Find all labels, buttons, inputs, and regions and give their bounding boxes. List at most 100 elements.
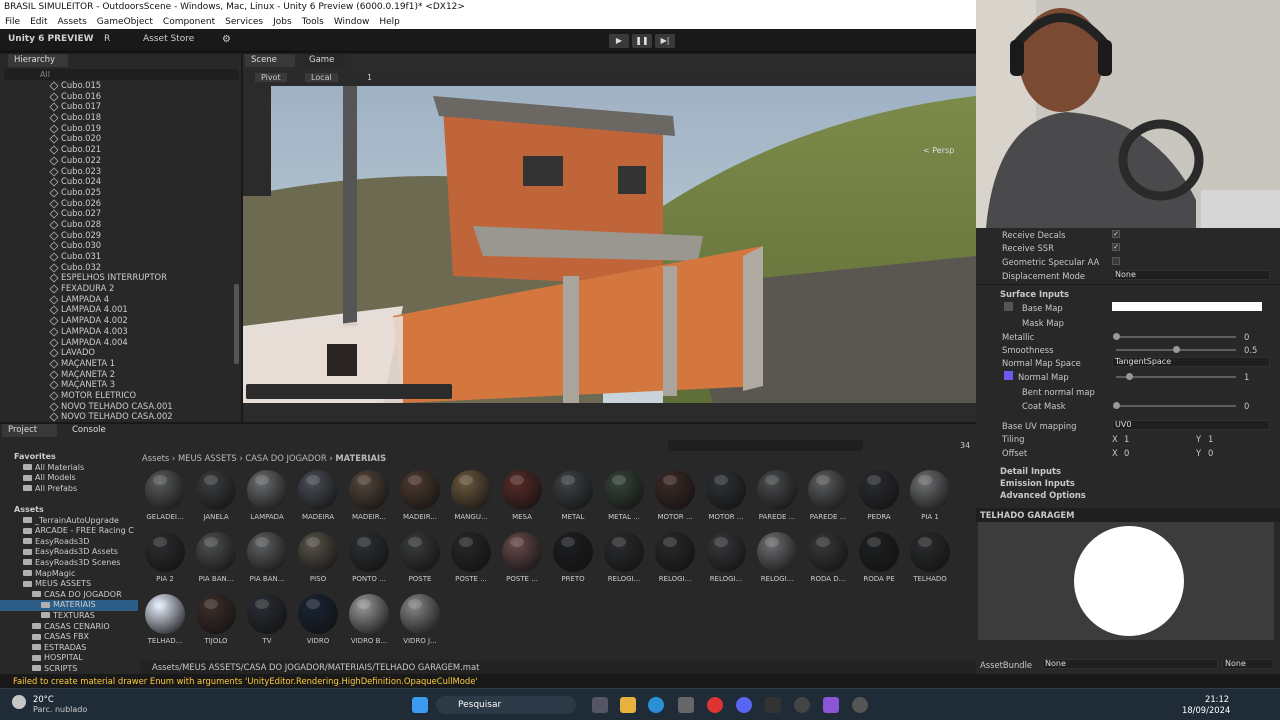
hierarchy-item[interactable]: Cubo.031	[0, 251, 241, 262]
scene-viewport[interactable]: < Persp	[243, 86, 976, 403]
hierarchy-item[interactable]: LAMPADA 4.001	[0, 304, 241, 315]
hierarchy-item[interactable]: Cubo.023	[0, 166, 241, 177]
material-asset[interactable]: GELADEI...	[140, 467, 190, 527]
pivot-dropdown[interactable]: Pivot	[255, 73, 287, 82]
normal-map-value[interactable]: 1	[1244, 372, 1249, 382]
emission-inputs-foldout[interactable]: Emission Inputs	[1000, 478, 1075, 488]
coat-mask-value[interactable]: 0	[1244, 401, 1249, 411]
normal-map-slider[interactable]	[1116, 373, 1236, 380]
store-icon[interactable]	[678, 697, 694, 713]
project-tree-item[interactable]: CASA DO JOGADOR	[0, 590, 138, 601]
menu-tools[interactable]: Tools	[297, 15, 329, 29]
project-tree-item[interactable]: CASAS FBX	[0, 632, 138, 643]
account-button[interactable]: R	[104, 34, 110, 44]
material-asset[interactable]: RODA PE	[854, 529, 904, 589]
metallic-value[interactable]: 0	[1244, 332, 1249, 342]
material-asset[interactable]: TELHADO	[905, 529, 955, 589]
project-search-input[interactable]	[668, 440, 863, 451]
grid-snap-value[interactable]: 1	[367, 73, 372, 82]
tab-game[interactable]: Game	[303, 54, 345, 67]
asset-store-button[interactable]: Asset Store	[143, 34, 194, 44]
clock-date[interactable]: 18/09/2024	[1182, 705, 1230, 715]
project-tree-item[interactable]: Assets	[0, 505, 138, 516]
unity-logo[interactable]: Unity 6 PREVIEW	[8, 34, 94, 44]
material-asset[interactable]: PAREDE ...	[752, 467, 802, 527]
project-tree-item[interactable]: ESTRADAS	[0, 643, 138, 654]
project-tree-item[interactable]: EasyRoads3D Scenes	[0, 558, 138, 569]
clock-time[interactable]: 21:12	[1205, 694, 1229, 704]
tiling-x-field[interactable]: 1	[1124, 434, 1129, 444]
menu-gameobject[interactable]: GameObject	[92, 15, 158, 29]
geometric-specular-checkbox[interactable]	[1112, 257, 1120, 265]
chrome-icon[interactable]	[707, 697, 723, 713]
metallic-slider[interactable]	[1113, 333, 1236, 340]
persp-label[interactable]: < Persp	[923, 146, 954, 155]
assetbundle-variant-dropdown[interactable]: None	[1222, 659, 1274, 669]
status-bar[interactable]: Failed to create material drawer Enum wi…	[0, 674, 1280, 688]
weather-icon[interactable]	[12, 695, 26, 709]
hierarchy-item[interactable]: NOVO TELHADO CASA.001	[0, 401, 241, 412]
material-asset[interactable]: PRETO	[548, 529, 598, 589]
material-asset[interactable]: PIA BAN...	[191, 529, 241, 589]
hierarchy-scrollbar[interactable]	[234, 284, 239, 364]
normal-map-slot[interactable]	[1004, 371, 1013, 380]
material-asset[interactable]: MOTOR ...	[650, 467, 700, 527]
project-tree-item[interactable]: HOSPITAL	[0, 653, 138, 664]
hierarchy-item[interactable]: NOVO TELHADO CASA.002	[0, 411, 241, 422]
hierarchy-item[interactable]: MAÇANETA 1	[0, 358, 241, 369]
hierarchy-item[interactable]: Cubo.028	[0, 219, 241, 230]
project-tree-item[interactable]: MEUS ASSETS	[0, 579, 138, 590]
hierarchy-item[interactable]: Cubo.021	[0, 144, 241, 155]
project-tree-item[interactable]: All Materials	[0, 463, 138, 474]
project-tree-item[interactable]: _TerrainAutoUpgrade	[0, 516, 138, 527]
hierarchy-item[interactable]: LAMPADA 4	[0, 294, 241, 305]
menu-help[interactable]: Help	[374, 15, 405, 29]
material-asset[interactable]: TELHAD...	[140, 591, 190, 651]
hierarchy-item[interactable]: FEXADURA 2	[0, 283, 241, 294]
material-asset[interactable]: RELOGI...	[752, 529, 802, 589]
hierarchy-search-input[interactable]: All	[4, 69, 239, 80]
surface-inputs-foldout[interactable]: Surface Inputs	[1000, 289, 1069, 299]
material-asset[interactable]: TIJOLO	[191, 591, 241, 651]
material-asset[interactable]: PIA 1	[905, 467, 955, 527]
material-preview[interactable]	[978, 522, 1274, 640]
hierarchy-item[interactable]: Cubo.027	[0, 208, 241, 219]
project-tree-item[interactable]: All Models	[0, 473, 138, 484]
material-asset[interactable]: JANELA	[191, 467, 241, 527]
hierarchy-item[interactable]: LAMPADA 4.004	[0, 337, 241, 348]
displacement-dropdown[interactable]: None	[1112, 270, 1270, 280]
material-asset[interactable]: POSTE	[395, 529, 445, 589]
tab-console[interactable]: Console	[66, 424, 121, 437]
material-asset[interactable]: PEDRA	[854, 467, 904, 527]
material-asset[interactable]: LAMPADA	[242, 467, 292, 527]
material-asset[interactable]: POSTE ...	[497, 529, 547, 589]
hierarchy-item[interactable]: LAMPADA 4.002	[0, 315, 241, 326]
hierarchy-item[interactable]: Cubo.026	[0, 198, 241, 209]
local-dropdown[interactable]: Local	[305, 73, 338, 82]
hierarchy-item[interactable]: LAMPADA 4.003	[0, 326, 241, 337]
discord-icon[interactable]	[736, 697, 752, 713]
material-asset[interactable]: MESA	[497, 467, 547, 527]
weather-desc[interactable]: Parc. nublado	[33, 705, 87, 714]
uv-mapping-dropdown[interactable]: UV0	[1112, 420, 1270, 430]
hierarchy-item[interactable]: MAÇANETA 3	[0, 379, 241, 390]
material-asset[interactable]: PISO	[293, 529, 343, 589]
project-tree-item[interactable]: MATERIAIS	[0, 600, 138, 611]
hierarchy-item[interactable]: Cubo.032	[0, 262, 241, 273]
step-button[interactable]: ▶|	[655, 34, 675, 48]
receive-decals-checkbox[interactable]: ✓	[1112, 230, 1120, 238]
project-tree-item[interactable]	[0, 494, 138, 505]
smoothness-slider[interactable]	[1116, 346, 1236, 353]
material-asset[interactable]: VIDRO J...	[395, 591, 445, 651]
tab-scene[interactable]: Scene	[245, 54, 295, 67]
material-asset[interactable]: METAL ...	[599, 467, 649, 527]
base-map-slot[interactable]	[1004, 302, 1013, 311]
material-asset[interactable]: RELOGI...	[599, 529, 649, 589]
material-asset[interactable]: RELOGI...	[701, 529, 751, 589]
breadcrumb-item[interactable]: CASA DO JOGADOR	[245, 453, 326, 463]
hierarchy-item[interactable]: Cubo.016	[0, 91, 241, 102]
material-asset[interactable]: VIDRO B...	[344, 591, 394, 651]
github-icon[interactable]	[852, 697, 868, 713]
hierarchy-item[interactable]: Cubo.018	[0, 112, 241, 123]
hierarchy-item[interactable]: Cubo.019	[0, 123, 241, 134]
